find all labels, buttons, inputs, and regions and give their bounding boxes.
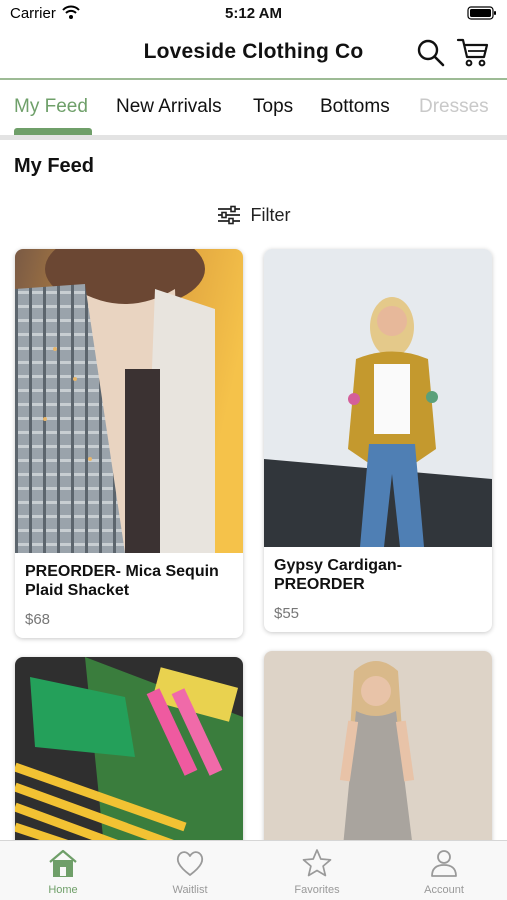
tab-my-feed[interactable]: My Feed <box>14 96 88 118</box>
product-price: $68 <box>25 611 51 628</box>
cart-icon[interactable] <box>456 36 490 68</box>
status-time: 5:12 AM <box>225 5 282 22</box>
product-image <box>15 657 243 857</box>
product-image <box>264 249 492 547</box>
tab-bottoms[interactable]: Bottoms <box>320 96 390 118</box>
bottom-tab-waitlist[interactable]: Waitlist <box>127 841 253 900</box>
feed-title: My Feed <box>14 155 95 177</box>
nav-bar: Loveside Clothing Co <box>0 28 507 78</box>
person-icon <box>431 850 457 877</box>
filter-label: Filter <box>250 204 291 225</box>
bottom-tab-home[interactable]: Home <box>0 841 126 900</box>
active-tab-indicator <box>14 128 92 135</box>
product-card[interactable] <box>264 651 492 857</box>
product-name: Gypsy Cardigan- PREORDER <box>274 557 403 593</box>
bottom-tab-account[interactable]: Account <box>381 841 507 900</box>
status-bar: Carrier 5:12 AM <box>0 0 507 28</box>
bottom-tab-label: Favorites <box>294 884 340 896</box>
tab-dresses[interactable]: Dresses <box>419 96 489 118</box>
tab-tops[interactable]: Tops <box>253 96 293 118</box>
product-price: $55 <box>274 605 300 622</box>
bottom-tab-label: Account <box>424 884 464 896</box>
filter-button[interactable]: Filter <box>0 202 507 228</box>
search-icon[interactable] <box>416 38 446 68</box>
product-image <box>15 249 243 553</box>
home-icon <box>49 849 77 877</box>
bottom-tab-label: Waitlist <box>172 884 208 896</box>
filter-sliders-icon <box>217 205 240 225</box>
bottom-tab-label: Home <box>48 884 78 896</box>
product-image <box>264 651 492 857</box>
product-name: PREORDER- Mica Sequin Plaid Shacket <box>25 563 219 599</box>
bottom-tab-favorites[interactable]: Favorites <box>254 841 380 900</box>
tabs-divider <box>0 135 507 140</box>
product-card[interactable] <box>15 657 243 857</box>
category-tabs: My Feed New Arrivals Tops Bottoms Dresse… <box>0 80 507 136</box>
battery-icon <box>467 6 496 20</box>
tab-new-arrivals[interactable]: New Arrivals <box>116 96 222 118</box>
heart-icon <box>176 851 204 876</box>
product-card[interactable]: PREORDER- Mica Sequin Plaid Shacket $68 <box>15 249 243 638</box>
product-card[interactable]: Gypsy Cardigan- PREORDER $55 <box>264 249 492 632</box>
star-icon <box>302 849 332 877</box>
bottom-tab-bar: Home Waitlist Favorites Account <box>0 840 507 900</box>
